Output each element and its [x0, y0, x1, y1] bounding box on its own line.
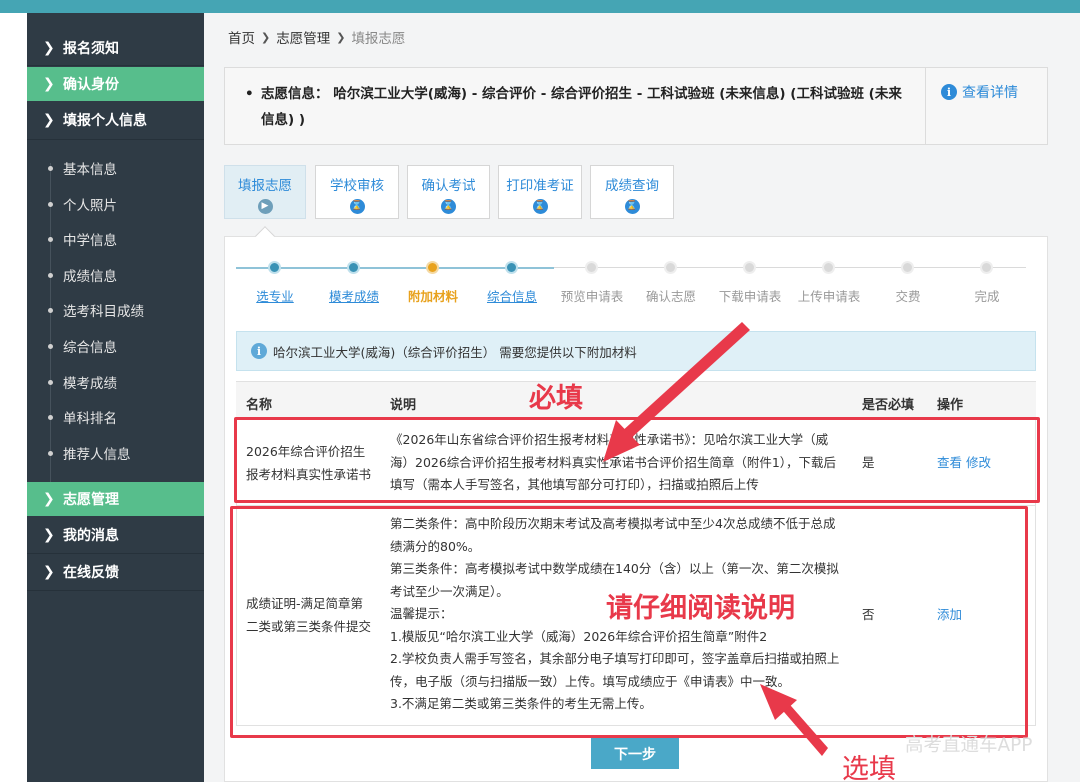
next-step-button[interactable]: 下一步	[591, 738, 679, 769]
arrow-to-row1	[603, 322, 750, 462]
annotation-arrows	[603, 322, 828, 756]
watermark: 高考直通车APP	[905, 735, 1033, 756]
arrow-to-note	[760, 684, 828, 756]
